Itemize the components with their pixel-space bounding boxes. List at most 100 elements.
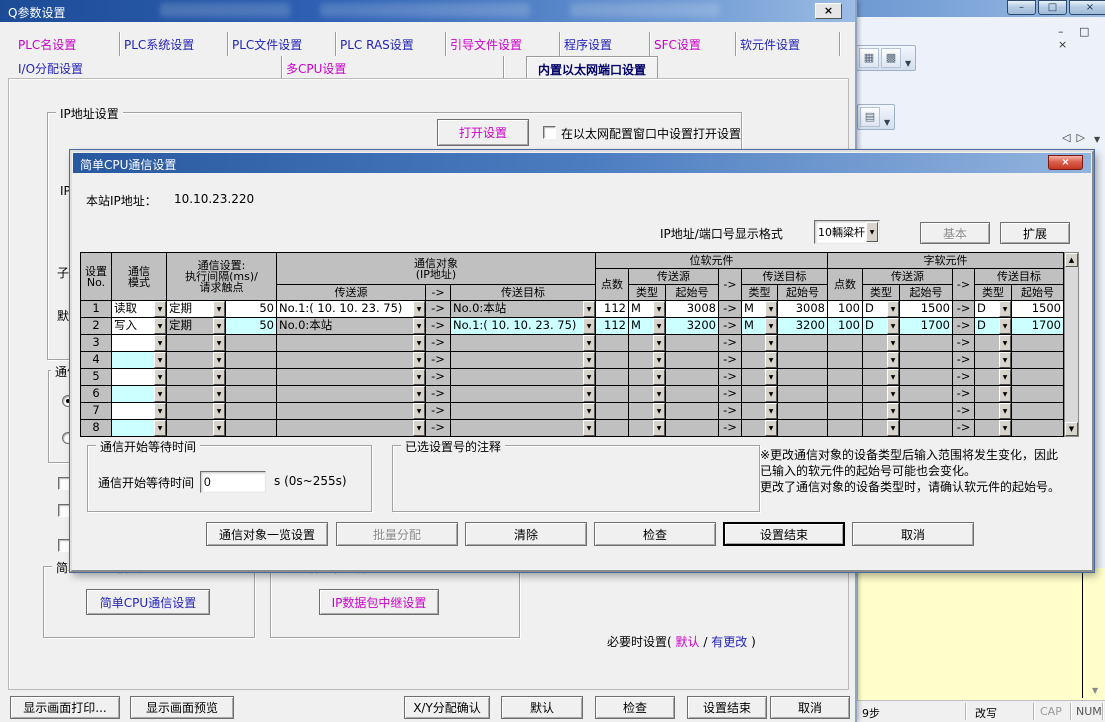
cell-interval-row3[interactable]	[226, 335, 276, 351]
cell-word-2-row2[interactable]: 1700	[900, 318, 952, 334]
dialog-button-检查[interactable]: 检查	[594, 522, 716, 546]
cell-dst-row1[interactable]: No.0:本站▼	[451, 301, 595, 317]
chevron-down-icon[interactable]: ▼	[154, 352, 166, 368]
chevron-down-icon[interactable]: ▼	[653, 386, 665, 402]
cell-bit-1-row3[interactable]: ▼	[629, 335, 665, 351]
cell-bit-4-row3[interactable]	[778, 335, 827, 351]
cell-bit-1-row1[interactable]: M▼	[629, 301, 665, 317]
cell-bit-1-row7[interactable]: ▼	[629, 403, 665, 419]
cell-word-3-row8[interactable]: ▼	[975, 420, 1011, 436]
simple-cpu-comm-button[interactable]: 简单CPU通信设置	[86, 589, 210, 615]
cell-interval-row1[interactable]: 50	[226, 301, 276, 317]
dialog-button-通信对象一览设置[interactable]: 通信对象一览设置	[206, 522, 328, 546]
chevron-down-icon[interactable]: ▼	[653, 352, 665, 368]
cell-word-2-row1[interactable]: 1500	[900, 301, 952, 317]
cell-bit-4-row5[interactable]	[778, 369, 827, 385]
cell-word-1-row3[interactable]: ▼	[863, 335, 899, 351]
chevron-down-icon[interactable]: ▼	[213, 369, 225, 385]
table-icon[interactable]: ▩	[881, 48, 901, 68]
required-default-link[interactable]: 默认	[676, 635, 700, 649]
cell-mode-row8[interactable]: ▼	[112, 420, 166, 436]
chevron-down-icon[interactable]: ▼	[999, 352, 1011, 368]
chevron-down-icon[interactable]: ▼	[154, 420, 166, 436]
dialog-button-清除[interactable]: 清除	[465, 522, 587, 546]
chevron-down-icon[interactable]: ▼	[887, 301, 899, 317]
open-settings-button[interactable]: 打开设置	[437, 119, 529, 146]
chevron-down-icon[interactable]: ▼	[213, 386, 225, 402]
cell-bit-4-row1[interactable]: 3008	[778, 301, 827, 317]
chevron-down-icon[interactable]: ▼	[765, 403, 777, 419]
cell-bit-2-row1[interactable]: 3008	[666, 301, 718, 317]
chevron-down-icon[interactable]: ▼	[999, 369, 1011, 385]
scroll-up-icon[interactable]: ▲	[1065, 253, 1078, 267]
cell-word-2-row7[interactable]	[900, 403, 952, 419]
cell-word-0-row7[interactable]	[828, 403, 862, 419]
cell-src-row3[interactable]: ▼	[277, 335, 425, 351]
cell-bit-3-row7[interactable]: ▼	[742, 403, 777, 419]
chevron-down-icon[interactable]: ▼	[413, 335, 425, 351]
chevron-down-icon[interactable]: ▼	[653, 403, 665, 419]
chevron-down-icon[interactable]: ▼	[413, 352, 425, 368]
cell-src-row6[interactable]: ▼	[277, 386, 425, 402]
cell-word-4-row5[interactable]	[1012, 369, 1063, 385]
cell-bit-1-row5[interactable]: ▼	[629, 369, 665, 385]
cell-word-0-row4[interactable]	[828, 352, 862, 368]
required-changed-link[interactable]: 有更改	[711, 635, 747, 649]
cell-mode-row6[interactable]: ▼	[112, 386, 166, 402]
chevron-down-icon[interactable]: ▼	[999, 420, 1011, 436]
cell-bit-2-row2[interactable]: 3200	[666, 318, 718, 334]
q-parameter-titlebar[interactable]: Q参数设置 ×	[0, 0, 855, 22]
chevron-down-icon[interactable]: ▼	[653, 335, 665, 351]
cell-word-4-row8[interactable]	[1012, 420, 1063, 436]
bottom-button-显示画面打印...[interactable]: 显示画面打印...	[10, 696, 120, 719]
ip-packet-relay-button[interactable]: IP数据包中继设置	[319, 589, 439, 615]
chevron-down-icon[interactable]: ▼	[887, 318, 899, 334]
bottom-button-取消[interactable]: 取消	[770, 696, 850, 719]
chevron-down-icon[interactable]: ▼	[583, 386, 595, 402]
chevron-down-icon[interactable]: ▼	[154, 369, 166, 385]
cell-word-1-row8[interactable]: ▼	[863, 420, 899, 436]
cell-word-4-row1[interactable]: 1500	[1012, 301, 1063, 317]
chevron-down-icon[interactable]: ▼	[583, 301, 595, 317]
app-minimize-button[interactable]: –	[1007, 0, 1036, 15]
cell-mode-row2[interactable]: 写入▼	[112, 318, 166, 334]
nav-more-icon[interactable]: ▼	[1094, 135, 1100, 144]
chevron-down-icon[interactable]: ▼	[413, 369, 425, 385]
table-scrollbar[interactable]: ▲ ▼	[1064, 252, 1079, 437]
chevron-down-icon[interactable]: ▼	[583, 352, 595, 368]
cell-bit-0-row3[interactable]	[596, 335, 628, 351]
dialog-button-设置结束[interactable]: 设置结束	[723, 522, 845, 546]
chevron-down-icon[interactable]: ▼	[213, 335, 225, 351]
cell-dst-row2[interactable]: No.1:( 10. 10. 23. 75)▼	[451, 318, 595, 334]
cell-dst-row6[interactable]: ▼	[451, 386, 595, 402]
basic-button[interactable]: 基本	[920, 222, 990, 244]
chevron-down-icon[interactable]: ▼	[653, 318, 665, 334]
app-close-button[interactable]: ×	[1069, 0, 1105, 15]
cell-timing-row1[interactable]: 定期▼	[167, 301, 225, 317]
cell-mode-row1[interactable]: 读取▼	[112, 301, 166, 317]
tab-引导文件设置[interactable]: 引导文件设置	[446, 32, 560, 56]
cell-bit-3-row8[interactable]: ▼	[742, 420, 777, 436]
cell-word-3-row1[interactable]: D▼	[975, 301, 1011, 317]
cell-bit-3-row6[interactable]: ▼	[742, 386, 777, 402]
bottom-button-设置结束[interactable]: 设置结束	[687, 696, 767, 719]
tab-PLC系统设置[interactable]: PLC系统设置	[120, 32, 228, 56]
cell-bit-1-row2[interactable]: M▼	[629, 318, 665, 334]
chevron-down-icon[interactable]: ▼	[765, 301, 777, 317]
chevron-down-icon[interactable]: ▼	[887, 403, 899, 419]
chevron-down-icon[interactable]: ▼	[583, 335, 595, 351]
chevron-down-icon[interactable]: ▼	[765, 352, 777, 368]
cell-word-1-row2[interactable]: D▼	[863, 318, 899, 334]
cell-timing-row6[interactable]: ▼	[167, 386, 225, 402]
cell-bit-1-row4[interactable]: ▼	[629, 352, 665, 368]
mdi-window-controls[interactable]: – □ ×	[1058, 25, 1105, 51]
cell-timing-row4[interactable]: ▼	[167, 352, 225, 368]
chevron-down-icon[interactable]: ▼	[653, 301, 665, 317]
chevron-down-icon[interactable]: ▼	[154, 301, 166, 317]
cell-word-2-row8[interactable]	[900, 420, 952, 436]
cell-dst-row8[interactable]: ▼	[451, 420, 595, 436]
chevron-down-icon[interactable]: ▼	[765, 386, 777, 402]
chevron-down-icon[interactable]: ▼	[213, 318, 225, 334]
tab-nav-arrows[interactable]: ◁▷	[1062, 131, 1091, 144]
cell-word-4-row2[interactable]: 1700	[1012, 318, 1063, 334]
